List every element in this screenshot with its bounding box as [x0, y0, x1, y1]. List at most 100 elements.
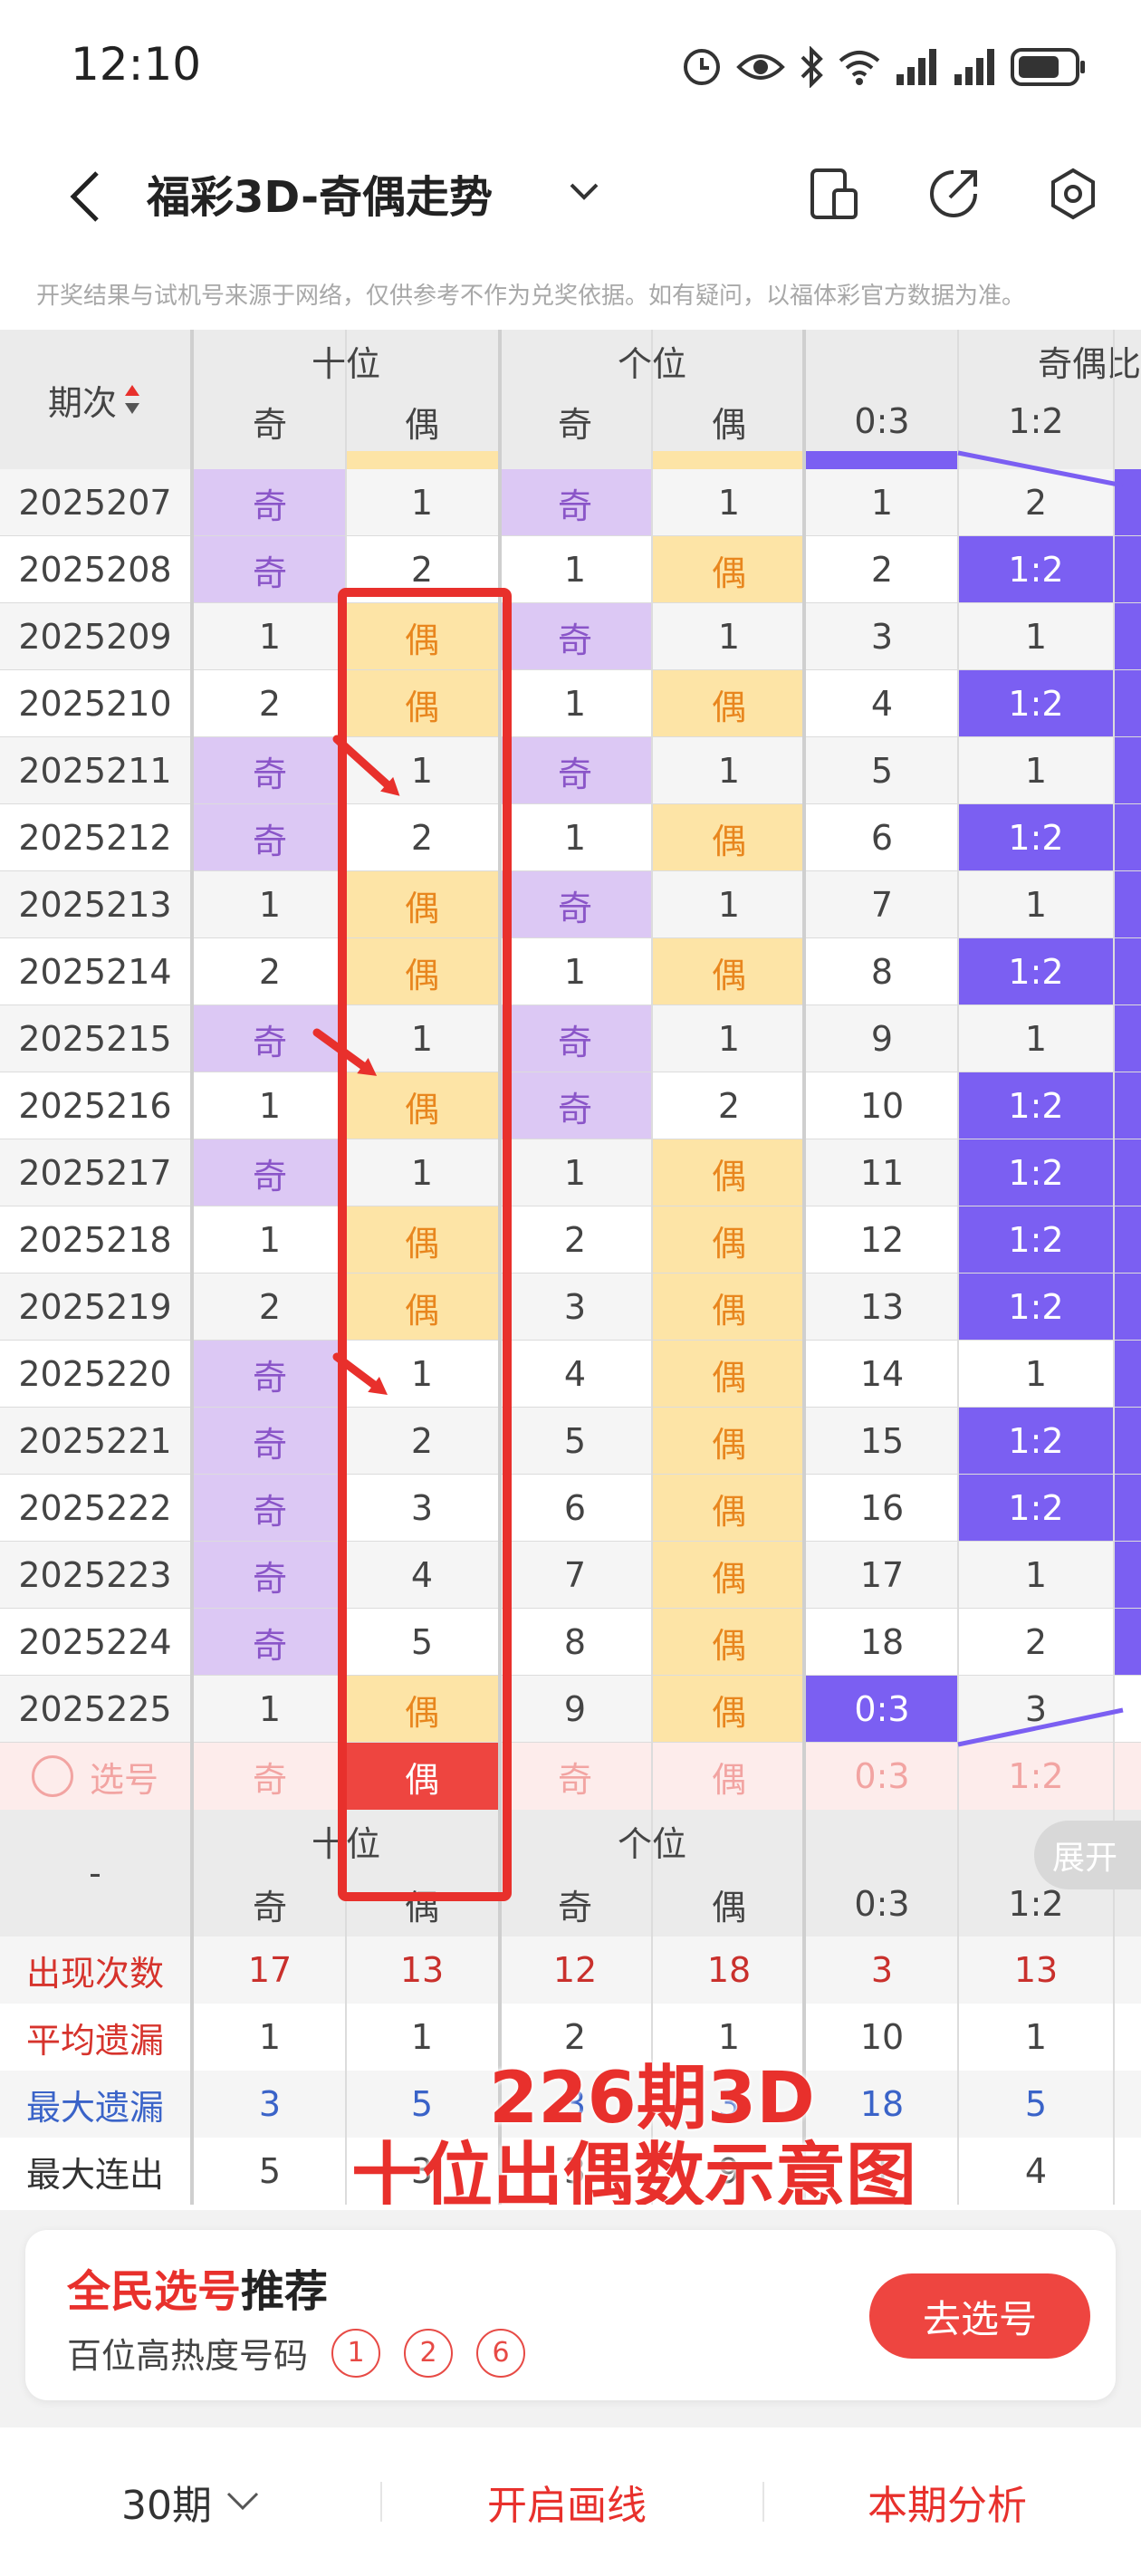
sub-header-1: 偶	[346, 391, 498, 451]
period-header[interactable]: 期次	[0, 330, 190, 469]
device-switch-button[interactable]	[802, 158, 866, 230]
column-divider	[498, 330, 502, 2205]
sort-icon	[125, 385, 139, 414]
period-selector[interactable]: 30期	[121, 2473, 261, 2531]
odd-hit-cell: 奇	[194, 1005, 346, 1072]
page-title[interactable]: 福彩3D-奇偶走势	[147, 161, 493, 225]
period-analysis-button[interactable]: 本期分析	[868, 2473, 1027, 2531]
ratio-extra-cell	[1114, 938, 1141, 1005]
stat-value: 10	[859, 2017, 905, 2057]
even-hit-cell: 偶	[346, 1676, 498, 1743]
miss-count-cell: 1	[717, 885, 741, 925]
column-divider	[345, 330, 347, 2205]
sub-header-0: 奇	[194, 391, 346, 451]
footer-sub-header-0: 奇	[194, 1871, 346, 1937]
footer-sub-header-3: 偶	[652, 1871, 806, 1937]
ratio-hit-cell: 1:2	[958, 1408, 1114, 1475]
chevron-left-icon	[70, 171, 99, 222]
ratio-extra-cell	[1114, 1609, 1141, 1676]
expand-button[interactable]: 展开	[1034, 1821, 1141, 1889]
battery-icon	[1011, 48, 1085, 86]
divider	[762, 2482, 764, 2522]
partial-even-cell	[652, 451, 806, 469]
ratio-hit-cell: 1:2	[958, 1274, 1114, 1341]
signal-icon-1	[896, 49, 936, 85]
stat-label: 最大遗漏	[25, 2087, 164, 2128]
miss-count-cell: 1	[563, 684, 587, 724]
column-divider	[957, 330, 959, 2205]
column-divider	[651, 330, 653, 2205]
ratio-extra-cell	[1114, 1206, 1141, 1274]
miss-count-cell: 3	[410, 1488, 434, 1528]
miss-count-cell: 1	[410, 751, 434, 791]
back-button[interactable]	[54, 156, 118, 237]
go-select-button[interactable]: 去选号	[869, 2273, 1090, 2359]
miss-count-cell: 2	[717, 1086, 741, 1126]
period-selector-label: 30期	[121, 2483, 212, 2529]
bottom-bar: 30期 开启画线 本期分析	[0, 2427, 1141, 2576]
period-cell: 2025215	[18, 1019, 172, 1059]
select-row-label[interactable]: 选号	[0, 1743, 190, 1810]
select-option-1[interactable]: 偶	[346, 1743, 498, 1810]
recommend-title-red: 全民选号	[67, 2266, 242, 2317]
chevron-down-icon[interactable]	[566, 174, 602, 210]
miss-count-cell: 9	[563, 1689, 587, 1729]
even-hit-cell: 偶	[652, 1408, 806, 1475]
miss-count-cell: 2	[258, 1287, 282, 1327]
ratio-extra-cell	[1114, 1542, 1141, 1609]
miss-count-cell: 1	[563, 818, 587, 858]
stat-value: 1	[258, 2017, 282, 2057]
miss-count-cell: 5	[563, 1421, 587, 1461]
miss-count-cell: 1	[717, 483, 741, 523]
miss-count-cell: 1	[1024, 1354, 1048, 1394]
stat-value: 4	[1024, 2151, 1048, 2191]
select-option-3[interactable]: 偶	[652, 1743, 806, 1810]
period-cell: 2025221	[18, 1421, 172, 1461]
even-hit-cell: 偶	[652, 1274, 806, 1341]
miss-count-cell: 2	[1024, 483, 1048, 523]
ratio-hit-cell: 1:2	[958, 536, 1114, 603]
select-option-4[interactable]: 0:3	[806, 1743, 958, 1810]
miss-count-cell: 4	[870, 684, 894, 724]
settings-button[interactable]	[1041, 158, 1105, 230]
miss-count-cell: 14	[859, 1354, 905, 1394]
app-header: 福彩3D-奇偶走势	[0, 136, 1141, 254]
even-hit-cell: 偶	[652, 536, 806, 603]
odd-hit-cell: 奇	[498, 737, 652, 804]
status-icons	[681, 40, 1087, 94]
sub-header-4: 0:3	[806, 391, 958, 451]
stat-value: 1	[410, 2017, 434, 2057]
share-button[interactable]	[922, 158, 985, 230]
footer-sub-header-2: 奇	[498, 1871, 652, 1937]
group-header-ratio: 奇偶比	[806, 330, 1141, 391]
sub-header-2: 奇	[498, 391, 652, 451]
select-option-0[interactable]: 奇	[194, 1743, 346, 1810]
odd-hit-cell: 奇	[194, 1609, 346, 1676]
ratio-hit-cell: 1:2	[958, 670, 1114, 737]
select-option-2[interactable]: 奇	[498, 1743, 652, 1810]
recommend-subtitle: 百位高热度号码	[67, 2336, 309, 2376]
even-hit-cell: 偶	[652, 1475, 806, 1542]
period-cell: 2025217	[18, 1153, 172, 1193]
period-cell: 2025218	[18, 1220, 172, 1260]
miss-count-cell: 2	[1024, 1622, 1048, 1662]
hot-number-1: 1	[331, 2328, 381, 2378]
phone-tablet-icon	[810, 168, 858, 219]
select-option-5[interactable]: 1:2	[958, 1743, 1114, 1810]
ratio-hit-cell: 1:2	[958, 1139, 1114, 1206]
odd-hit-cell: 奇	[194, 469, 346, 536]
ratio-extra-cell	[1114, 1139, 1141, 1206]
odd-hit-cell: 奇	[194, 1475, 346, 1542]
miss-count-cell: 8	[563, 1622, 587, 1662]
recommend-title: 全民选号推荐	[67, 2255, 328, 2319]
miss-count-cell: 4	[410, 1555, 434, 1595]
odd-hit-cell: 奇	[194, 737, 346, 804]
period-cell: 2025220	[18, 1354, 172, 1394]
period-cell: 2025219	[18, 1287, 172, 1327]
miss-count-cell: 15	[859, 1421, 905, 1461]
miss-count-cell: 1	[410, 483, 434, 523]
column-divider	[190, 330, 194, 2205]
even-hit-cell: 偶	[652, 804, 806, 871]
draw-lines-button[interactable]: 开启画线	[487, 2473, 647, 2531]
stat-value: 3	[258, 2084, 282, 2124]
